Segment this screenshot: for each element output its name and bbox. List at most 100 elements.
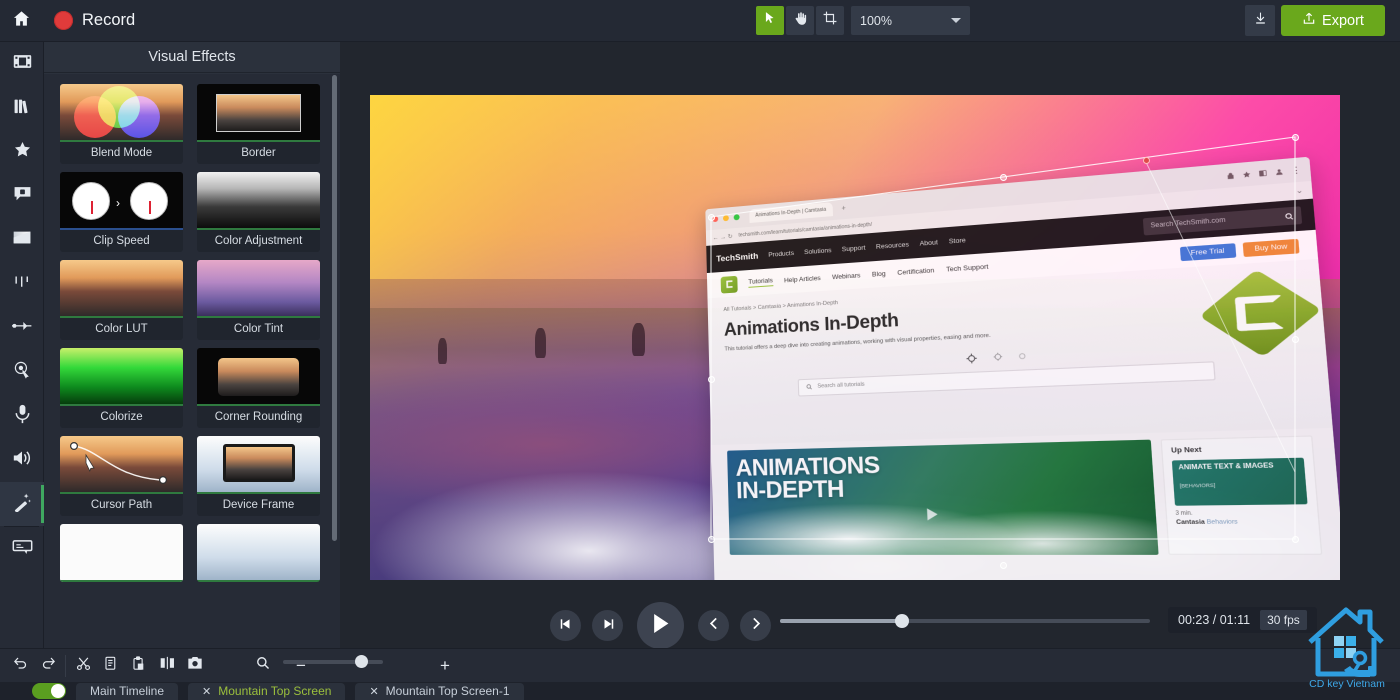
- crop-tool[interactable]: [816, 6, 844, 35]
- subnav-help-articles[interactable]: Help Articles: [784, 274, 821, 283]
- preview-canvas[interactable]: Animations In-Depth | Camtasia + ⋮ ← → ↻…: [340, 42, 1400, 595]
- transport-controls: [550, 602, 771, 649]
- subnav-webinars[interactable]: Webinars: [832, 272, 861, 281]
- copy-button[interactable]: [97, 649, 125, 683]
- effects-scroll-area[interactable]: Blend Mode Border › Clip Speed Color Adj…: [44, 74, 340, 620]
- previous-marker-button[interactable]: [698, 610, 729, 641]
- nav-products[interactable]: Products: [768, 249, 794, 258]
- playhead-scrubber[interactable]: [780, 614, 1150, 628]
- selection-handle-br[interactable]: [1292, 536, 1299, 543]
- effect-card-color-lut[interactable]: Color LUT: [60, 260, 183, 340]
- selection-handle-bl[interactable]: [708, 536, 715, 543]
- subnav-certification[interactable]: Certification: [897, 267, 934, 277]
- selection-handle-tr[interactable]: [1292, 134, 1299, 141]
- next-marker-button[interactable]: [740, 610, 771, 641]
- up-next-duration: 3 min.: [1175, 510, 1193, 518]
- play-icon: [651, 613, 670, 639]
- site-search-input[interactable]: Search TechSmith.com: [1142, 206, 1303, 236]
- sidebar-item-transitions[interactable]: [0, 218, 44, 262]
- timeline-toggle[interactable]: [32, 683, 66, 699]
- effect-card-colorize[interactable]: Colorize: [60, 348, 183, 428]
- close-icon[interactable]: ✕: [369, 685, 378, 698]
- download-button[interactable]: [1245, 5, 1275, 36]
- timeline-zoom-slider[interactable]: [283, 655, 383, 668]
- selection-handle-mr[interactable]: [1292, 336, 1299, 343]
- subnav-tutorials[interactable]: Tutorials: [748, 276, 774, 288]
- free-trial-button[interactable]: Free Trial: [1179, 242, 1237, 261]
- snapshot-button[interactable]: [181, 649, 209, 683]
- effect-card-blend-mode[interactable]: Blend Mode: [60, 84, 183, 164]
- effect-card-partial-2[interactable]: [197, 524, 320, 582]
- effect-card-border[interactable]: Border: [197, 84, 320, 164]
- tab-mountain-top-screen-1[interactable]: ✕ Mountain Top Screen-1: [355, 682, 524, 700]
- sidebar-item-voice-narration[interactable]: [0, 394, 44, 438]
- tab-main-timeline[interactable]: Main Timeline: [76, 682, 179, 700]
- subnav-blog[interactable]: Blog: [872, 270, 886, 278]
- new-tab-icon[interactable]: +: [841, 205, 845, 212]
- panel-header: Visual Effects: [44, 42, 340, 73]
- timeline-zoom-knob[interactable]: [355, 655, 368, 668]
- selection-handle-tl[interactable]: [708, 214, 715, 221]
- selection-handle-tm[interactable]: [1000, 174, 1007, 181]
- effect-card-color-adjustment[interactable]: Color Adjustment: [197, 172, 320, 252]
- redo-button[interactable]: [34, 649, 62, 683]
- previous-frame-button[interactable]: [550, 610, 581, 641]
- scrubber-knob[interactable]: [895, 614, 910, 628]
- nav-support[interactable]: Support: [842, 244, 866, 253]
- zoom-level-select[interactable]: 100%: [851, 6, 970, 35]
- sidebar-item-library[interactable]: [0, 86, 44, 130]
- hero-title-line2: IN-DEPTH: [735, 474, 845, 504]
- undo-button[interactable]: [6, 649, 34, 683]
- nav-solutions[interactable]: Solutions: [804, 247, 832, 256]
- effect-card-clip-speed[interactable]: › Clip Speed: [60, 172, 183, 252]
- next-frame-button[interactable]: [592, 610, 623, 641]
- nav-store[interactable]: Store: [949, 237, 966, 245]
- buy-now-button[interactable]: Buy Now: [1242, 238, 1300, 257]
- sidebar-item-cursor-effects[interactable]: [0, 350, 44, 394]
- zoom-in-button[interactable]: +: [431, 649, 459, 683]
- up-next-card[interactable]: ANIMATE TEXT & IMAGES [BEHAVIORS]: [1171, 457, 1308, 506]
- browser-tab-title: Animations In-Depth | Camtasia: [755, 206, 827, 219]
- zoom-out-button[interactable]: −: [287, 649, 315, 683]
- sidebar-item-annotations[interactable]: [0, 174, 44, 218]
- subnav-tech-support[interactable]: Tech Support: [946, 263, 989, 273]
- record-button[interactable]: Record: [42, 0, 147, 42]
- selection-rotate-handle[interactable]: [1143, 157, 1150, 164]
- effect-card-color-tint[interactable]: Color Tint: [197, 260, 320, 340]
- split-button[interactable]: [153, 649, 181, 683]
- effect-card-device-frame[interactable]: Device Frame: [197, 436, 320, 516]
- pan-tool[interactable]: [786, 6, 814, 35]
- sidebar-item-favorites[interactable]: [0, 130, 44, 174]
- home-button[interactable]: [0, 0, 42, 42]
- keyframe-icon-3: [1017, 352, 1025, 360]
- tab-mountain-top-screen[interactable]: ✕ Mountain Top Screen: [188, 682, 346, 700]
- play-button[interactable]: [637, 602, 684, 649]
- cut-button[interactable]: [69, 649, 97, 683]
- effect-label: Color LUT: [95, 323, 148, 335]
- selection-handle-ml[interactable]: [708, 376, 715, 383]
- timeline-zoom-search-button[interactable]: [249, 649, 277, 683]
- nav-about[interactable]: About: [919, 239, 938, 248]
- sidebar-item-audio-effects[interactable]: [0, 438, 44, 482]
- sidebar-item-behaviors[interactable]: [0, 262, 44, 306]
- select-tool[interactable]: [756, 6, 784, 35]
- effects-scrollbar[interactable]: [332, 75, 337, 541]
- effect-card-cursor-path[interactable]: Cursor Path: [60, 436, 183, 516]
- effect-card-partial-1[interactable]: [60, 524, 183, 582]
- export-button[interactable]: Export: [1281, 5, 1385, 36]
- close-icon[interactable]: ✕: [202, 685, 211, 698]
- sidebar-item-visual-effects[interactable]: [0, 482, 44, 526]
- browser-tab[interactable]: Animations In-Depth | Camtasia: [749, 202, 833, 223]
- paste-button[interactable]: [125, 649, 153, 683]
- nav-resources[interactable]: Resources: [876, 241, 909, 251]
- tutorial-search-placeholder: Search all tutorials: [817, 381, 865, 390]
- sidebar-item-media-bin[interactable]: [0, 42, 44, 86]
- sidebar-item-captions[interactable]: [0, 527, 44, 571]
- hero-video[interactable]: ANIMATIONS IN-DEPTH: [727, 439, 1159, 555]
- film-strip-icon: [13, 53, 32, 75]
- selection-handle-bm[interactable]: [1000, 562, 1007, 569]
- effect-card-corner-rounding[interactable]: Corner Rounding: [197, 348, 320, 428]
- download-arrow-icon: [1254, 11, 1267, 30]
- library-books-icon: [13, 97, 32, 120]
- sidebar-item-animations[interactable]: [0, 306, 44, 350]
